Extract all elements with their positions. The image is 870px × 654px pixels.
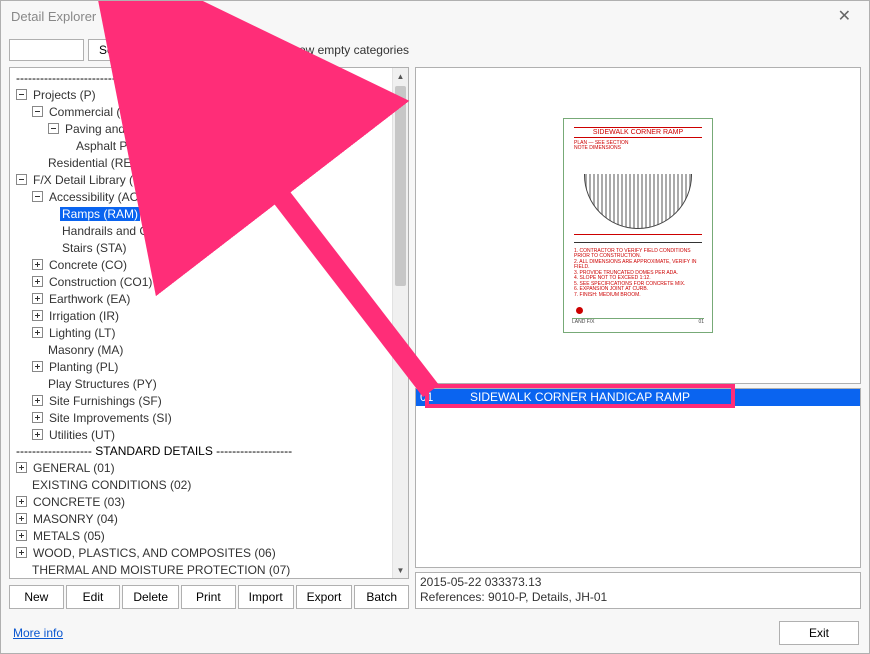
show-empty-checkbox[interactable]: Show empty categories [266, 43, 409, 57]
tree-utilities[interactable]: Utilities (UT) [47, 428, 117, 442]
tree-general[interactable]: GENERAL (01) [31, 461, 117, 475]
edit-button[interactable]: Edit [66, 585, 121, 609]
status-bar: 2015-05-22 033373.13 References: 9010-P,… [415, 572, 861, 609]
tree-commercial[interactable]: Commercial (CO) [47, 105, 144, 119]
tree-accessibility[interactable]: Accessibility (AC) [47, 190, 144, 204]
exit-button[interactable]: Exit [779, 621, 859, 645]
print-button[interactable]: Print [181, 585, 236, 609]
detail-thumbnail[interactable]: SIDEWALK CORNER RAMP PLAN — SEE SECTIONN… [563, 118, 713, 333]
collapse-icon[interactable] [16, 174, 27, 185]
tree-view[interactable]: -------------------------- DETAILS -----… [10, 68, 392, 578]
expand-icon[interactable] [16, 513, 27, 524]
show-empty-label: Show empty categories [284, 43, 409, 57]
status-line2: References: 9010-P, Details, JH-01 [420, 590, 856, 606]
expand-icon[interactable] [16, 547, 27, 558]
tree-lighting[interactable]: Lighting (LT) [47, 326, 117, 340]
expand-icon[interactable] [32, 361, 43, 372]
tree-masonry[interactable]: Masonry (MA) [46, 343, 125, 357]
tree-concrete-std[interactable]: CONCRETE (03) [31, 495, 127, 509]
tree-thermal[interactable]: THERMAL AND MOISTURE PROTECTION (07) [30, 563, 292, 577]
search-input[interactable] [9, 39, 84, 61]
delete-button[interactable]: Delete [122, 585, 179, 609]
expand-icon[interactable] [32, 327, 43, 338]
section-details: -------------------------- DETAILS -----… [12, 70, 392, 86]
tree-earthwork[interactable]: Earthwork (EA) [47, 292, 132, 306]
expand-icon[interactable] [32, 395, 43, 406]
expand-icon[interactable] [32, 429, 43, 440]
tree-paving[interactable]: Paving and Surfacing (PAV) [63, 122, 215, 136]
expand-icon[interactable] [32, 310, 43, 321]
titlebar: Detail Explorer ✕ [1, 1, 869, 31]
tree-asphalt[interactable]: Asphalt Paving (ASPH) [74, 139, 202, 153]
collapse-icon[interactable] [48, 123, 59, 134]
search-button[interactable]: Search [88, 39, 148, 61]
tree-handrails[interactable]: Handrails and Grab Bars (RLS) [60, 224, 231, 238]
expand-icon[interactable] [32, 412, 43, 423]
collapse-icon[interactable] [16, 89, 27, 100]
expand-icon[interactable] [16, 496, 27, 507]
status-line1: 2015-05-22 033373.13 [420, 575, 856, 591]
tree-irrigation[interactable]: Irrigation (IR) [47, 309, 121, 323]
tree-improvements[interactable]: Site Improvements (SI) [47, 411, 174, 425]
checkmark-icon [266, 43, 280, 57]
scroll-thumb[interactable] [395, 86, 406, 286]
expand-icon[interactable] [32, 293, 43, 304]
expand-icon[interactable] [16, 462, 27, 473]
expand-icon[interactable] [32, 276, 43, 287]
expand-icon[interactable] [16, 530, 27, 541]
preview-pane: SIDEWALK CORNER RAMP PLAN — SEE SECTIONN… [415, 67, 861, 384]
list-item-number: 01 [420, 390, 450, 404]
scroll-up-icon[interactable]: ▲ [393, 68, 408, 84]
tree-metals[interactable]: METALS (05) [31, 529, 107, 543]
tree-planting[interactable]: Planting (PL) [47, 360, 120, 374]
tree-existing[interactable]: EXISTING CONDITIONS (02) [30, 478, 193, 492]
more-info-link[interactable]: More info [13, 626, 63, 640]
more-options-button[interactable]: ... [152, 39, 176, 61]
tree-ramps[interactable]: Ramps (RAM) [60, 207, 140, 221]
collapse-icon[interactable] [32, 106, 43, 117]
tree-play[interactable]: Play Structures (PY) [46, 377, 159, 391]
tree-wood[interactable]: WOOD, PLASTICS, AND COMPOSITES (06) [31, 546, 278, 560]
tree-residential[interactable]: Residential (RE) [46, 156, 137, 170]
close-icon[interactable]: ✕ [830, 2, 859, 30]
tree-furnishings[interactable]: Site Furnishings (SF) [47, 394, 164, 408]
detail-list[interactable]: 01 SIDEWALK CORNER HANDICAP RAMP [415, 388, 861, 568]
tree-fx[interactable]: F/X Detail Library (FX) [31, 173, 154, 187]
collapse-icon[interactable] [32, 191, 43, 202]
tree-projects[interactable]: Projects (P) [31, 88, 98, 102]
new-button[interactable]: New [9, 585, 64, 609]
batch-button[interactable]: Batch [354, 585, 409, 609]
export-button[interactable]: Export [296, 585, 353, 609]
tree-masonry-std[interactable]: MASONRY (04) [31, 512, 120, 526]
tree-stairs[interactable]: Stairs (STA) [60, 241, 128, 255]
list-item-name: SIDEWALK CORNER HANDICAP RAMP [470, 390, 690, 404]
list-item[interactable]: 01 SIDEWALK CORNER HANDICAP RAMP [416, 389, 860, 406]
expand-icon[interactable] [32, 259, 43, 270]
tree-construction[interactable]: Construction (CO1) [47, 275, 154, 289]
section-standard: ------------------- STANDARD DETAILS ---… [12, 443, 392, 459]
window-title: Detail Explorer [11, 9, 830, 24]
tree-concrete[interactable]: Concrete (CO) [47, 258, 129, 272]
scroll-down-icon[interactable]: ▼ [393, 562, 408, 578]
scrollbar[interactable]: ▲ ▼ [392, 68, 408, 578]
import-button[interactable]: Import [238, 585, 294, 609]
